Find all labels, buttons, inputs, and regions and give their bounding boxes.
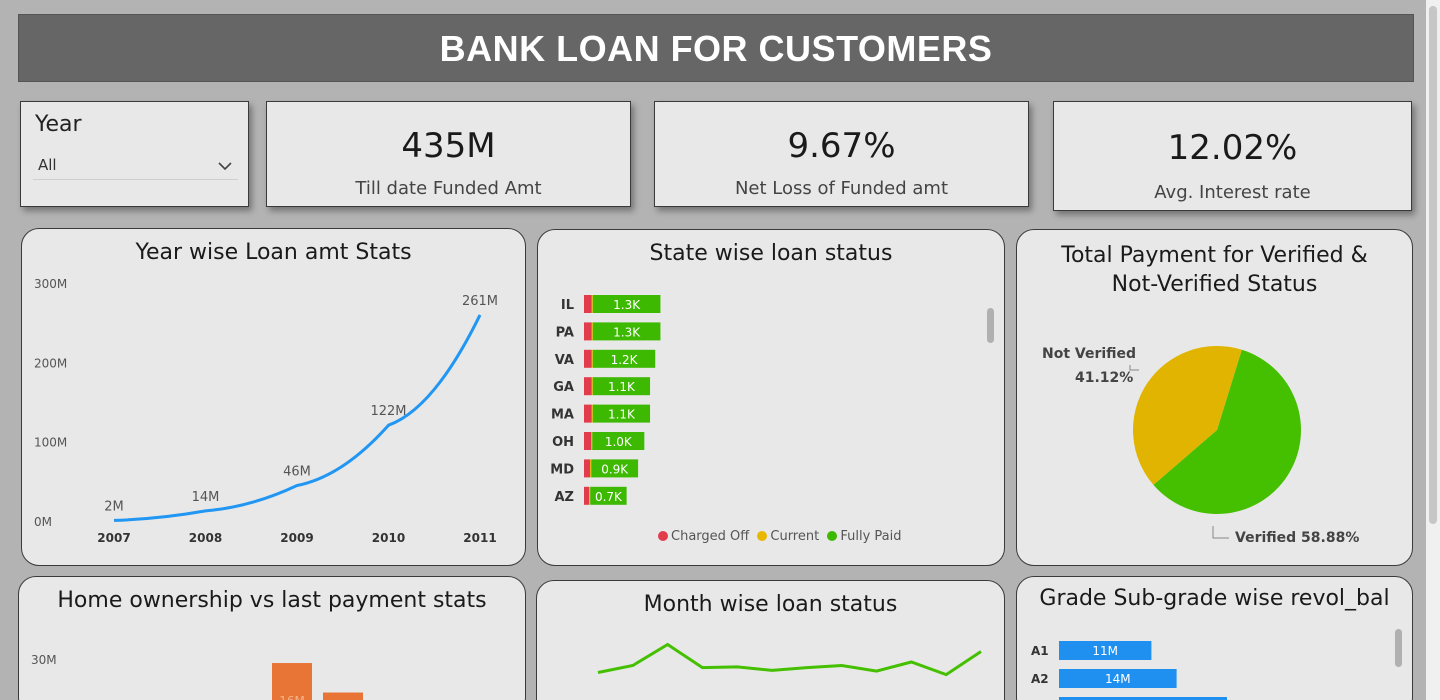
year-dropdown[interactable]: All (33, 148, 238, 180)
kpi-net-loss: 9.67% Net Loss of Funded amt (654, 101, 1029, 207)
bar-current (591, 295, 593, 313)
chevron-down-icon (218, 156, 232, 175)
dashboard-title: BANK LOAN FOR CUSTOMERS (439, 28, 993, 69)
bar (323, 692, 363, 700)
data-label: 122M (370, 404, 406, 419)
data-label: 1.0K (605, 435, 633, 449)
x-tick-label: 2009 (280, 531, 313, 545)
bar-current (591, 432, 593, 450)
year-filter: Year All (20, 101, 249, 207)
bar-charged-off (584, 295, 592, 313)
y-tick-label: 100M (34, 436, 67, 450)
bar-charged-off (584, 432, 592, 450)
data-label: 11M (1092, 644, 1118, 658)
data-label: 0.7K (595, 490, 623, 504)
data-label: 46M (283, 465, 311, 480)
series-line (597, 642, 982, 677)
kpi-label: Avg. Interest rate (1154, 182, 1311, 203)
category-label: OH (552, 435, 574, 450)
kpi-value: 12.02% (1167, 128, 1298, 168)
verified-pie-svg (1129, 346, 1301, 539)
bar-charged-off (584, 349, 592, 368)
year-wise-line-svg: 0M 100M 200M 300M 2007 2008 2009 2010 2011 2M 14M 4… (34, 277, 498, 545)
year-filter-label: Year (35, 112, 82, 137)
pie-label-verified: Verified 58.88% (1235, 530, 1360, 546)
state-wise-bar-svg: IL 1.3K PA 1.3K VA 1.2K GA 1.1K MA 1.1K OH 1.0K MD 0.… (550, 295, 661, 505)
bar-charged-off (584, 459, 591, 478)
month-wise-loan-chart: Month wise loan status (536, 580, 1005, 700)
chart-legend: Charged Off Current Fully Paid (658, 529, 901, 544)
y-tick-label: 200M (34, 356, 67, 370)
category-label: MD (550, 462, 574, 477)
x-tick-label: 2010 (372, 531, 405, 545)
kpi-value: 9.67% (787, 126, 896, 166)
data-label: 2M (104, 499, 124, 514)
kpi-interest-rate: 12.02% Avg. Interest rate (1053, 101, 1412, 211)
bar-charged-off (584, 404, 592, 423)
bar-current (589, 486, 591, 505)
kpi-funded-amount: 435M Till date Funded Amt (266, 101, 631, 207)
dashboard-header: BANK LOAN FOR CUSTOMERS (18, 14, 1414, 82)
legend-fully-paid: Fully Paid (827, 529, 901, 544)
data-label: 261M (462, 294, 498, 309)
y-tick-label: 0M (34, 515, 52, 529)
leader-line (1212, 526, 1229, 539)
category-label: PA (556, 325, 574, 340)
category-label: A1 (1031, 644, 1049, 658)
category-label: A2 (1031, 672, 1049, 686)
data-label: 1.3K (613, 325, 641, 339)
category-label: AZ (555, 490, 575, 505)
verified-status-pie-chart: Total Payment for Verified & Not-Verifie… (1016, 229, 1413, 566)
bar-current (590, 459, 592, 478)
data-label: 1.1K (608, 380, 636, 394)
bar-current (591, 322, 593, 341)
scrollbar[interactable] (1395, 629, 1402, 667)
home-ownership-chart: Home ownership vs last payment stats 30M… (18, 576, 526, 700)
month-wise-line-svg (597, 642, 982, 677)
kpi-label: Till date Funded Amt (355, 178, 542, 199)
data-label: 1.2K (611, 353, 639, 367)
data-label: 1.3K (613, 298, 641, 312)
bar-current (591, 349, 593, 368)
kpi-label: Net Loss of Funded amt (734, 178, 949, 199)
bar-charged-off (584, 322, 592, 341)
scrollbar[interactable] (987, 308, 994, 343)
x-tick-label: 2008 (189, 531, 222, 545)
legend-current: Current (757, 529, 819, 544)
legend-charged-off: Charged Off (658, 529, 749, 544)
category-label: IL (561, 298, 574, 313)
x-tick-label: 2007 (97, 531, 130, 545)
data-label: 0.9K (601, 462, 629, 476)
bar-current (591, 404, 593, 423)
bar-charged-off (584, 377, 592, 396)
year-wise-loan-chart: Year wise Loan amt Stats 0M 100M 200M 300M 2… (21, 228, 526, 566)
grade-revol-bal-chart: Grade Sub-grade wise revol_bal A1 11M A2 14… (1016, 576, 1413, 700)
data-label: 14M (192, 490, 220, 505)
category-label: MA (551, 408, 574, 423)
data-label: 1.1K (608, 408, 636, 422)
bar-current (591, 377, 593, 396)
bar-charged-off (584, 486, 590, 505)
home-ownership-bar-svg: 16M (272, 663, 363, 700)
grade-bar-svg: A111MA214MA3 (1031, 641, 1227, 700)
year-dropdown-value: All (38, 156, 57, 174)
kpi-value: 435M (401, 126, 496, 166)
page-scrollbar-thumb[interactable] (1429, 6, 1437, 524)
data-label: 14M (1105, 672, 1131, 686)
x-tick-label: 2011 (463, 531, 496, 545)
category-label: VA (555, 353, 574, 368)
series-line (113, 314, 482, 522)
pie-pct-not-verified: 41.12% (1075, 370, 1134, 386)
y-tick-label: 300M (34, 277, 67, 291)
data-label: 16M (279, 694, 305, 700)
pie-label-not-verified: Not Verified (1042, 346, 1137, 362)
state-wise-loan-chart: State wise loan status IL 1.3K PA 1.3K VA 1.2… (537, 229, 1005, 566)
category-label: GA (553, 380, 574, 395)
